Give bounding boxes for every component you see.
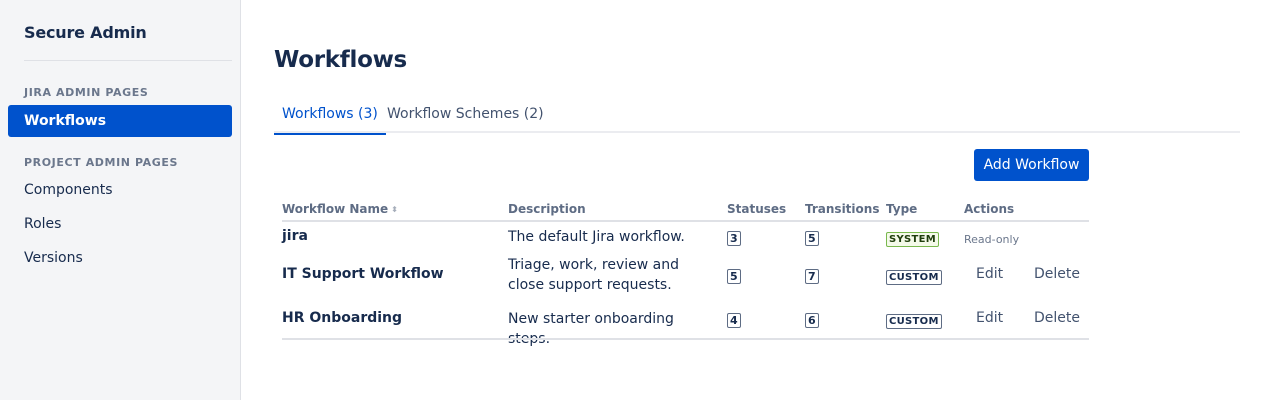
column-header-transitions: Transitions xyxy=(805,202,880,216)
sort-icon[interactable]: ⬍ xyxy=(391,205,398,214)
workflow-name: jira xyxy=(282,228,308,244)
type-badge: CUSTOM xyxy=(886,314,942,329)
workflows-table: Workflow Name ⬍ Description Statuses Tran… xyxy=(282,198,1089,347)
column-header-label: Workflow Name xyxy=(282,202,389,216)
tab-bar: Workflows (3) Workflow Schemes (2) xyxy=(274,100,1240,135)
type-badge: CUSTOM xyxy=(886,270,942,285)
workflow-description: The default Jira workflow. xyxy=(508,229,685,245)
page-title: Workflows xyxy=(274,47,407,73)
edit-link[interactable]: Edit xyxy=(976,266,1003,282)
workflow-name: IT Support Workflow xyxy=(282,266,444,282)
add-workflow-button[interactable]: Add Workflow xyxy=(974,149,1089,181)
sidebar-item-workflows[interactable]: Workflows xyxy=(8,105,232,137)
delete-link[interactable]: Delete xyxy=(1034,266,1080,282)
workflow-name: HR Onboarding xyxy=(282,310,403,326)
tab-workflows[interactable]: Workflows (3) xyxy=(274,106,386,135)
brand-title: Secure Admin xyxy=(24,23,147,42)
read-only-label: Read-only xyxy=(964,233,1020,246)
edit-link[interactable]: Edit xyxy=(976,310,1003,326)
sidebar-item-roles[interactable]: Roles xyxy=(8,208,232,240)
sidebar-item-versions[interactable]: Versions xyxy=(8,242,232,274)
workflow-description: Triage, work, review and close support r… xyxy=(508,257,679,293)
column-header-statuses: Statuses xyxy=(727,202,787,216)
sidebar-item-components[interactable]: Components xyxy=(8,174,232,206)
transitions-count: 7 xyxy=(805,269,819,284)
statuses-count: 4 xyxy=(727,313,741,328)
brand-divider xyxy=(24,60,232,61)
statuses-count: 5 xyxy=(727,269,741,284)
column-header-workflow-name[interactable]: Workflow Name ⬍ xyxy=(282,202,398,216)
column-header-actions: Actions xyxy=(964,202,1015,216)
column-header-description: Description xyxy=(508,202,586,216)
section-heading-project-admin: PROJECT ADMIN PAGES xyxy=(24,156,179,169)
statuses-count: 3 xyxy=(727,231,741,246)
transitions-count: 6 xyxy=(805,313,819,328)
tab-workflow-schemes[interactable]: Workflow Schemes (2) xyxy=(379,106,552,133)
table-header: Workflow Name ⬍ Description Statuses Tran… xyxy=(282,198,1089,222)
transitions-count: 5 xyxy=(805,231,819,246)
sidebar: Secure Admin JIRA ADMIN PAGES Workflows … xyxy=(0,0,241,400)
type-badge: SYSTEM xyxy=(886,232,940,247)
table-bottom-border xyxy=(282,338,1089,340)
section-heading-jira-admin: JIRA ADMIN PAGES xyxy=(24,86,149,99)
delete-link[interactable]: Delete xyxy=(1034,310,1080,326)
column-header-type: Type xyxy=(886,202,918,216)
workflow-description: New starter onboarding steps. xyxy=(508,311,674,347)
